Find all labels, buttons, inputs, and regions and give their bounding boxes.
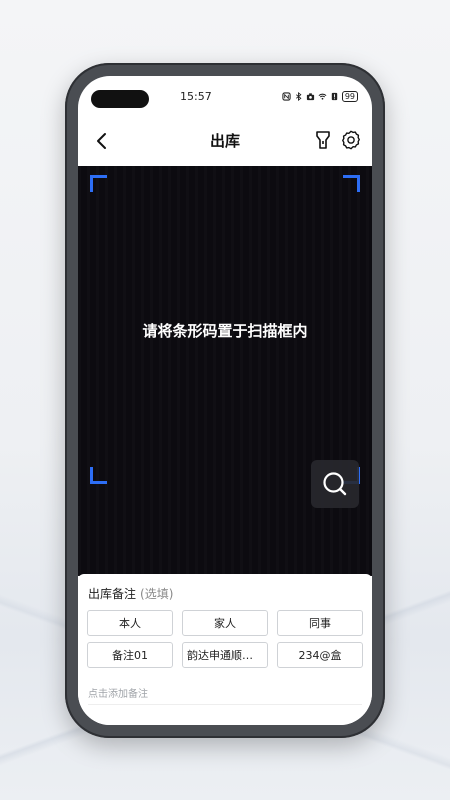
camera-status-icon xyxy=(306,93,314,101)
remark-tag[interactable]: 234@盒 xyxy=(277,642,363,668)
remark-panel: 出库备注 (选填) 本人 家人 同事 备注01 韵达申通顺丰... 234@盒 xyxy=(78,574,372,725)
search-button[interactable] xyxy=(311,460,359,508)
optional-hint: (选填) xyxy=(140,587,174,601)
remark-tags: 本人 家人 同事 备注01 韵达申通顺丰... 234@盒 xyxy=(87,610,363,668)
status-bar: 15:57 99 xyxy=(78,76,372,116)
scan-frame-corner xyxy=(90,175,107,192)
scan-frame-corner xyxy=(343,175,360,192)
scanner-viewfinder: 请将条形码置于扫描框内 xyxy=(78,166,372,576)
nfc-icon xyxy=(282,92,291,101)
scan-hint: 请将条形码置于扫描框内 xyxy=(142,322,308,340)
remark-label-text: 出库备注 xyxy=(88,587,137,601)
scan-frame-corner xyxy=(90,467,107,484)
search-icon xyxy=(323,472,347,496)
remark-label: 出库备注 (选填) xyxy=(88,585,173,602)
camera-feed xyxy=(78,166,372,576)
remark-tag[interactable]: 本人 xyxy=(87,610,173,636)
camera-cutout xyxy=(91,90,149,108)
remark-note-input[interactable] xyxy=(88,685,362,705)
status-icons: 99 xyxy=(282,91,358,102)
phone-screen: 15:57 99 出库 请将条形码置于扫描框内 出库备注 (选填) 本人 家人 … xyxy=(78,76,372,725)
remark-tag[interactable]: 家人 xyxy=(182,610,268,636)
phone-frame: 15:57 99 出库 请将条形码置于扫描框内 出库备注 (选填) 本人 家人 … xyxy=(65,63,385,738)
nav-bar: 出库 xyxy=(78,116,372,168)
settings-icon[interactable] xyxy=(340,129,362,151)
remark-tag[interactable]: 韵达申通顺丰... xyxy=(182,642,268,668)
alert-icon xyxy=(331,92,338,101)
flashlight-icon[interactable] xyxy=(312,129,334,151)
status-time: 15:57 xyxy=(180,90,212,103)
wifi-icon xyxy=(318,93,327,100)
remark-tag[interactable]: 同事 xyxy=(277,610,363,636)
battery-indicator: 99 xyxy=(341,91,358,102)
remark-tag[interactable]: 备注01 xyxy=(87,642,173,668)
bluetooth-icon xyxy=(295,92,302,101)
